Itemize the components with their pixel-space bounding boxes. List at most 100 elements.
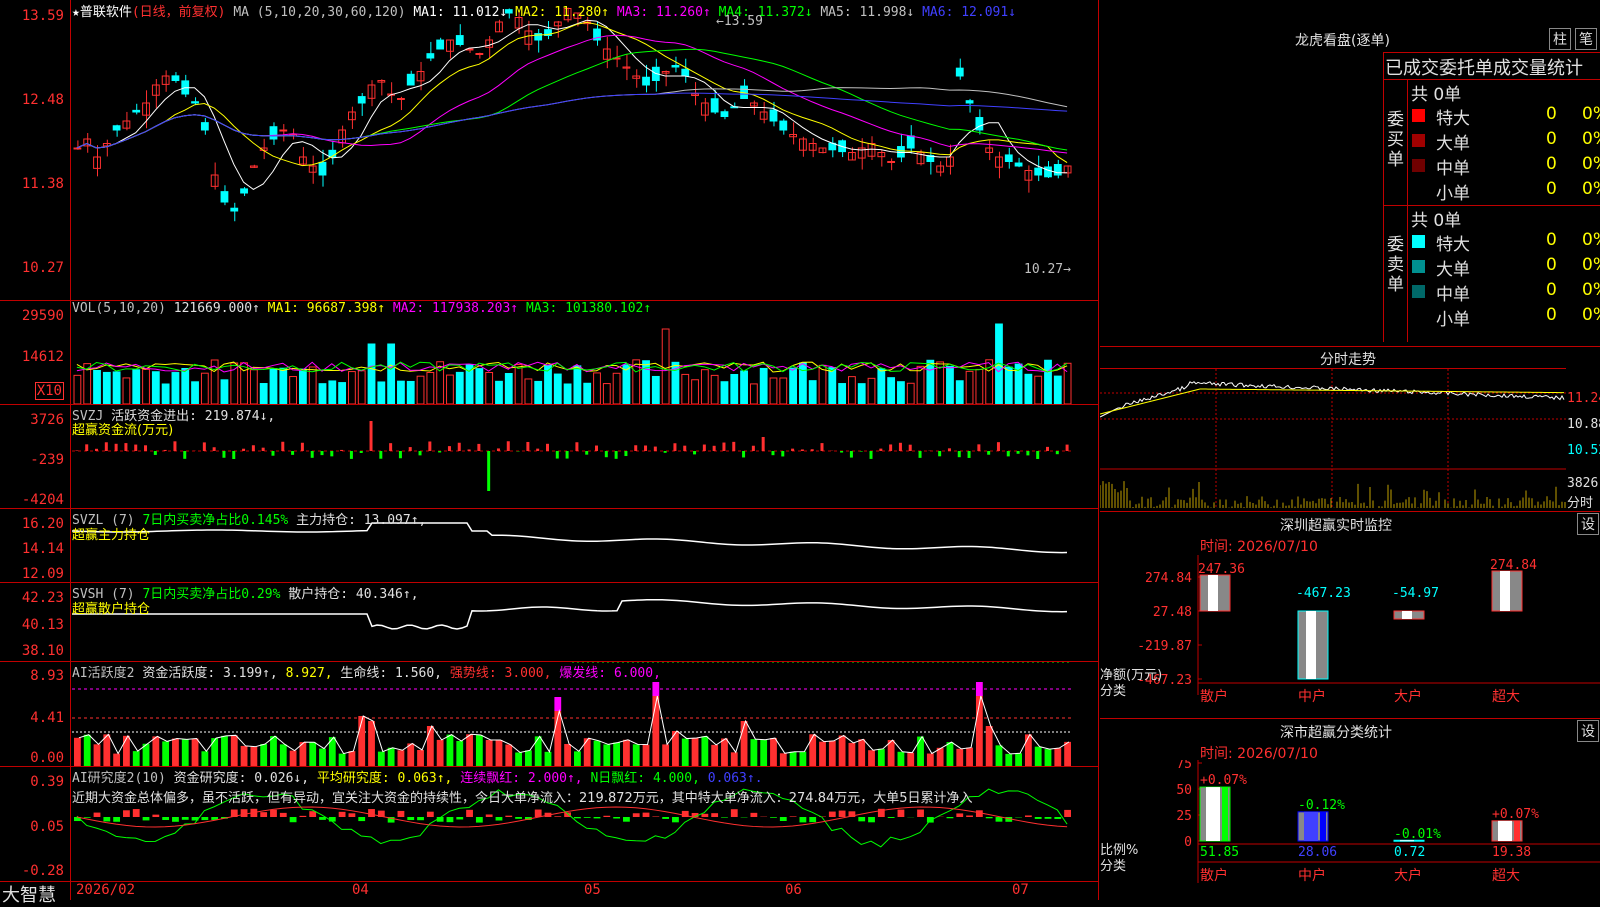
volume-unit: X10 xyxy=(35,382,64,400)
candle xyxy=(476,54,483,55)
volume-bar xyxy=(956,381,963,404)
divider xyxy=(1100,346,1600,347)
category-label: 中户 xyxy=(1298,688,1326,705)
left-axis-line xyxy=(70,0,71,900)
research-bar xyxy=(839,811,846,817)
classify-ylabel: 25 xyxy=(1176,809,1192,824)
order-type: 小单 xyxy=(1436,179,1470,204)
burst-marker xyxy=(976,682,983,696)
volume-bar xyxy=(319,384,326,404)
research-bar xyxy=(917,810,924,817)
order-percent: 0% xyxy=(1582,280,1600,300)
volume-bar xyxy=(613,373,620,404)
research-bar xyxy=(349,813,356,817)
net-bar-highlight xyxy=(1208,575,1218,611)
volume-ylabel: 29590 xyxy=(22,308,64,324)
monitor-settings-button[interactable]: 设 xyxy=(1577,513,1599,535)
price-yaxis: 13.59 12.48 11.38 10.27 xyxy=(0,0,70,300)
research-yaxis: 0.39 0.05 -0.28 xyxy=(0,767,70,881)
volume-bar xyxy=(476,369,483,404)
price-chart[interactable] xyxy=(72,0,1098,300)
candle xyxy=(201,123,208,130)
research-bar xyxy=(133,809,140,817)
volume-bar xyxy=(201,373,208,404)
activity-bar xyxy=(956,749,963,766)
candle xyxy=(349,112,356,120)
classify-settings-button[interactable]: 设 xyxy=(1577,720,1599,742)
activity-bar xyxy=(172,739,179,766)
research-bar xyxy=(986,817,993,818)
ai-ylabel: 8.93 xyxy=(30,668,64,684)
activity-bar xyxy=(545,752,552,766)
volume-bar xyxy=(927,360,934,404)
burst-marker xyxy=(554,697,561,711)
activity-bar xyxy=(898,752,905,766)
volume-bar xyxy=(1045,360,1052,404)
order-count: 0 xyxy=(1546,129,1557,149)
candle xyxy=(525,31,532,44)
research-bar xyxy=(260,812,267,817)
ai-yaxis: 8.93 4.41 0.00 xyxy=(0,662,70,766)
order-percent: 0% xyxy=(1582,255,1600,275)
intraday-chart[interactable] xyxy=(1100,369,1566,508)
activity-bar xyxy=(113,754,120,766)
activity-bar xyxy=(574,751,581,766)
change-value: -0.12% xyxy=(1298,798,1345,813)
research-bar xyxy=(888,817,895,818)
candle xyxy=(133,110,140,112)
activity-bar xyxy=(133,751,140,766)
volume-chart[interactable] xyxy=(72,301,1098,404)
svzj-ylabel: -239 xyxy=(30,452,64,468)
chart-svg xyxy=(72,0,1098,300)
volume-bar xyxy=(1054,376,1061,404)
order-percent: 0% xyxy=(1582,305,1600,325)
indicator-value: MA5: 11.998↓ xyxy=(820,5,922,20)
net-value: 274.84 xyxy=(1490,558,1537,573)
research-bar xyxy=(613,817,620,818)
research-bar xyxy=(652,816,659,817)
divider-line xyxy=(1098,0,1099,900)
color-swatch xyxy=(1412,134,1425,147)
monitor-ylabel: 274.84 xyxy=(1145,571,1192,586)
research-bar xyxy=(172,817,179,822)
ratio-value: 51.85 xyxy=(1200,845,1239,860)
color-swatch xyxy=(1412,235,1425,248)
divider xyxy=(1407,79,1408,342)
indicator-value: 8.927, xyxy=(286,666,341,681)
activity-bar xyxy=(201,751,208,766)
volume-bar xyxy=(505,374,512,404)
candle xyxy=(143,103,150,115)
activity-bar xyxy=(398,750,405,766)
dragon-tabs[interactable]: 已成交委托单成交量统计 xyxy=(1385,54,1583,80)
order-type: 小单 xyxy=(1436,305,1470,330)
activity-bar xyxy=(643,745,650,766)
dragon-title: 龙虎看盘(逐单) xyxy=(1295,30,1390,50)
volume-bar xyxy=(1064,363,1071,404)
activity-bar xyxy=(162,741,169,766)
candle xyxy=(721,112,728,117)
category-label: 超大 xyxy=(1492,868,1520,884)
research-bar xyxy=(770,817,777,818)
research-bar xyxy=(554,816,561,817)
candle xyxy=(692,94,699,96)
bar-view-button[interactable]: 柱 xyxy=(1549,28,1571,50)
volume-bar xyxy=(829,368,836,404)
research-bar xyxy=(701,814,708,817)
activity-bar xyxy=(623,740,630,766)
monitor-chart[interactable]: 274.8427.48-219.87-467.23247.36-467.23-5… xyxy=(1100,555,1600,715)
ai-ylabel: 4.41 xyxy=(30,710,64,726)
activity-bar xyxy=(1035,747,1042,766)
tick-view-button[interactable]: 笔 xyxy=(1575,28,1597,50)
activity-bar xyxy=(633,744,640,766)
volume-bar xyxy=(143,369,150,404)
research-bar xyxy=(299,816,306,817)
activity-bar xyxy=(74,738,81,766)
indicator-value: 平均研究度: 0.063↑, xyxy=(317,771,460,786)
svzl-ylabel: 16.20 xyxy=(22,516,64,532)
order-row: 大单00% xyxy=(1410,129,1600,153)
volume-bar xyxy=(260,384,267,404)
classify-chart[interactable]: 7550250+0.07%51.85-0.12%28.06-0.01%0.72+… xyxy=(1100,760,1600,900)
ai-ylabel: 0.00 xyxy=(30,750,64,766)
volume-bar xyxy=(898,382,905,404)
category-label: 大户 xyxy=(1394,867,1422,884)
